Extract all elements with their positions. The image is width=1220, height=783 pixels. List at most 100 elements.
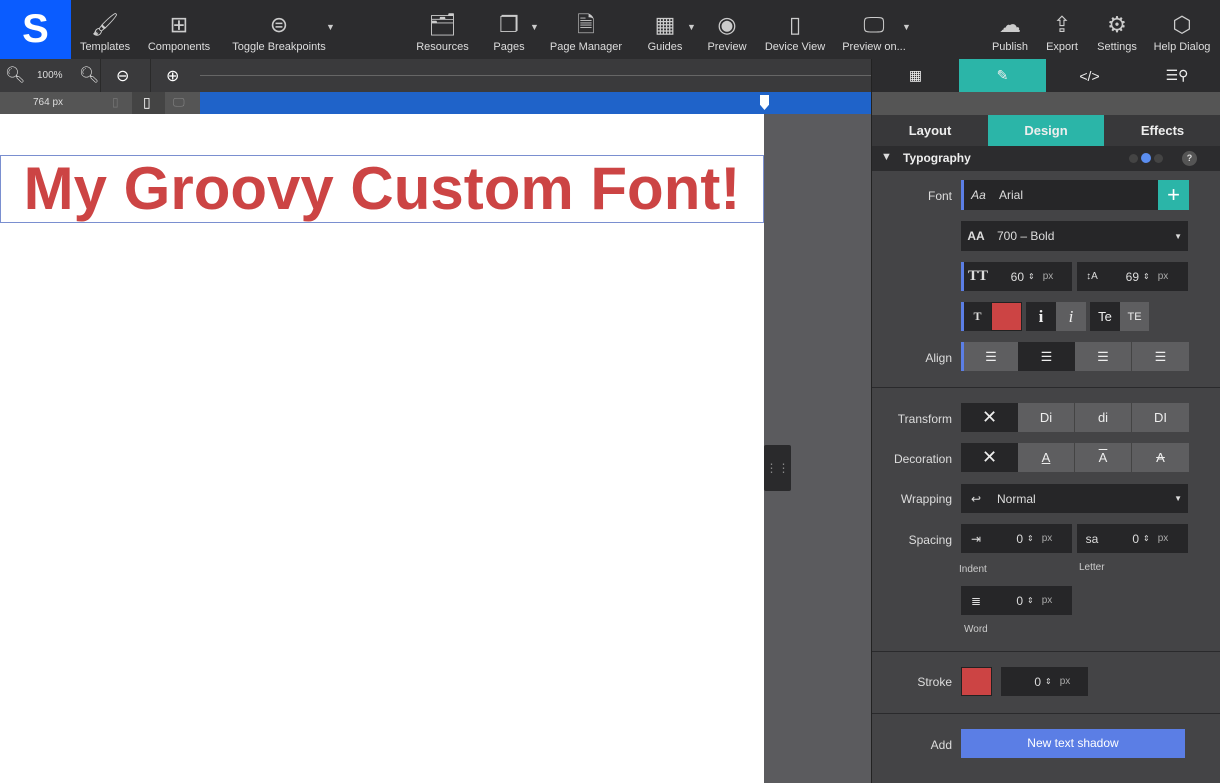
- export-icon: ⇪: [1052, 12, 1072, 37]
- chevron-down-icon: ▼: [1174, 231, 1182, 241]
- text-color-icon: T: [961, 302, 991, 331]
- page-manager-icon: 🗎: [577, 12, 595, 37]
- indent-input[interactable]: ⇥ 0 ⇕ px: [961, 524, 1072, 553]
- resize-handle[interactable]: ⋮⋮: [764, 445, 791, 491]
- paint-roller-icon: 🖌: [91, 12, 119, 37]
- tablet-icon[interactable]: ▯: [143, 94, 151, 111]
- line-height-icon: ↕A: [1086, 271, 1098, 282]
- brush-icon: ✎: [996, 67, 1009, 83]
- settings-button[interactable]: ⚙ Settings: [1095, 0, 1139, 59]
- text-color-swatch[interactable]: [991, 302, 1022, 331]
- font-icon: Aa: [971, 188, 986, 202]
- grid-icon: ▦: [908, 67, 923, 83]
- transform-lowercase-button[interactable]: di: [1075, 403, 1132, 432]
- decoration-none-button[interactable]: ✕: [961, 443, 1018, 472]
- font-select[interactable]: AaArial▼: [961, 180, 1188, 210]
- chevron-down-icon[interactable]: ▼: [902, 22, 911, 32]
- folders-icon: 🗂: [428, 12, 457, 37]
- stepper-icon[interactable]: ⇕: [1139, 272, 1158, 281]
- transform-capitalize-button[interactable]: Di: [1018, 403, 1075, 432]
- normal-caps-button[interactable]: Te: [1090, 302, 1120, 331]
- zoom-out-icon[interactable]: 🔍︎: [5, 65, 25, 85]
- stepper-icon[interactable]: ⇕: [1023, 596, 1042, 605]
- wrapping-select[interactable]: ↩ Normal ▼: [961, 484, 1188, 513]
- font-size-input[interactable]: TT 60 ⇕ px: [961, 262, 1072, 291]
- puzzle-icon: ⊞: [169, 12, 189, 37]
- subtab-design[interactable]: Design: [988, 115, 1104, 146]
- transform-uppercase-button[interactable]: DI: [1132, 403, 1189, 432]
- export-button[interactable]: ⇪ Export: [1043, 0, 1081, 59]
- templates-button[interactable]: 🖌 Templates: [80, 0, 130, 59]
- zoom-level: 100%: [37, 70, 63, 81]
- stepper-icon[interactable]: ⇕: [1024, 272, 1043, 281]
- letter-spacing-input[interactable]: sa 0 ⇕ px: [1077, 524, 1188, 553]
- transform-none-button[interactable]: ✕: [961, 403, 1018, 432]
- italic-button[interactable]: i: [1056, 302, 1086, 331]
- weight-select[interactable]: AA 700 – Bold ▼: [961, 221, 1188, 251]
- page-manager-button[interactable]: 🗎 Page Manager: [548, 0, 624, 59]
- resources-button[interactable]: 🗂 Resources: [415, 0, 470, 59]
- stepper-icon[interactable]: ⇕: [1139, 534, 1158, 543]
- indent-icon: ⇥: [970, 531, 982, 546]
- add-font-button[interactable]: +: [1158, 180, 1189, 210]
- wrap-icon: ↩: [970, 491, 982, 506]
- underline-button[interactable]: A: [1018, 443, 1075, 472]
- stepper-icon[interactable]: ⇕: [1023, 534, 1042, 543]
- eye-icon: ◉: [717, 12, 737, 37]
- plus-circle-icon[interactable]: ⊕: [166, 66, 179, 86]
- stroke-width-input[interactable]: 0 ⇕ px: [1001, 667, 1088, 696]
- word-spacing-input[interactable]: ≣ 0 ⇕ px: [961, 586, 1072, 615]
- zoom-in-icon[interactable]: 🔍︎: [79, 65, 99, 85]
- list-search-icon: ☰⚲: [1165, 67, 1189, 83]
- help-icon: ⬡: [1172, 12, 1192, 37]
- headline-text[interactable]: My Groovy Custom Font!: [0, 155, 764, 223]
- align-left-button[interactable]: ☰: [961, 342, 1018, 371]
- phone-icon[interactable]: ▯: [112, 95, 119, 109]
- new-text-shadow-button[interactable]: New text shadow: [961, 729, 1185, 758]
- pages-button[interactable]: ❐ Pages: [490, 0, 528, 59]
- tab-code[interactable]: </>: [1046, 59, 1133, 92]
- help-icon[interactable]: ?: [1182, 151, 1197, 166]
- strikethrough-button[interactable]: A: [1132, 443, 1189, 472]
- help-dialog-button[interactable]: ⬡ Help Dialog: [1153, 0, 1211, 59]
- preview-button[interactable]: ◉ Preview: [705, 0, 749, 59]
- tab-search[interactable]: ☰⚲: [1133, 59, 1220, 92]
- word-spacing-icon: ≣: [970, 593, 982, 608]
- subtab-effects[interactable]: Effects: [1104, 115, 1220, 146]
- preview-on-button[interactable]: 🖵 Preview on...: [840, 0, 908, 59]
- align-center-button[interactable]: ☰: [1018, 342, 1075, 371]
- chevron-down-icon[interactable]: ▼: [687, 22, 696, 32]
- code-icon: </>: [1079, 67, 1100, 84]
- chevron-down-icon[interactable]: ▼: [326, 22, 335, 32]
- guides-button[interactable]: ▦ Guides: [645, 0, 685, 59]
- collapse-triangle-icon: ▼: [881, 151, 892, 163]
- font-size-icon: TT: [967, 268, 988, 284]
- publish-button[interactable]: ☁ Publish: [988, 0, 1032, 59]
- stepper-icon[interactable]: ⇕: [1041, 677, 1060, 686]
- app-logo[interactable]: S: [0, 0, 71, 59]
- typography-header[interactable]: ▼ Typography ?: [872, 146, 1220, 171]
- device-view-button[interactable]: ▯ Device View: [763, 0, 827, 59]
- tab-grid[interactable]: ▦: [872, 59, 959, 92]
- devices-icon: ▯: [788, 12, 802, 37]
- chevron-down-icon[interactable]: ▼: [530, 22, 539, 32]
- stroke-color-swatch[interactable]: [961, 667, 992, 696]
- components-button[interactable]: ⊞ Components: [145, 0, 213, 59]
- minus-circle-icon[interactable]: ⊖: [116, 66, 129, 86]
- gear-icon: ⚙: [1107, 12, 1127, 37]
- subtab-layout[interactable]: Layout: [872, 115, 988, 146]
- desktop-icon[interactable]: 🖵: [173, 95, 185, 110]
- letter-spacing-icon: sa: [1085, 531, 1099, 546]
- monitor-icon: 🖵: [863, 12, 885, 37]
- small-caps-button[interactable]: TE: [1120, 302, 1149, 331]
- tab-design-brush[interactable]: ✎: [959, 59, 1046, 92]
- cloud-upload-icon: ☁: [999, 12, 1021, 37]
- toggle-breakpoints-button[interactable]: ⊜ Toggle Breakpoints: [230, 0, 328, 59]
- overline-button[interactable]: A: [1075, 443, 1132, 472]
- align-justify-button[interactable]: ☰: [1132, 342, 1189, 371]
- normal-style-button[interactable]: i: [1026, 302, 1056, 331]
- breakpoint-dots: [1141, 153, 1151, 163]
- breakpoint-slider[interactable]: [200, 92, 871, 114]
- line-height-input[interactable]: ↕A 69 ⇕ px: [1077, 262, 1188, 291]
- align-right-button[interactable]: ☰: [1075, 342, 1132, 371]
